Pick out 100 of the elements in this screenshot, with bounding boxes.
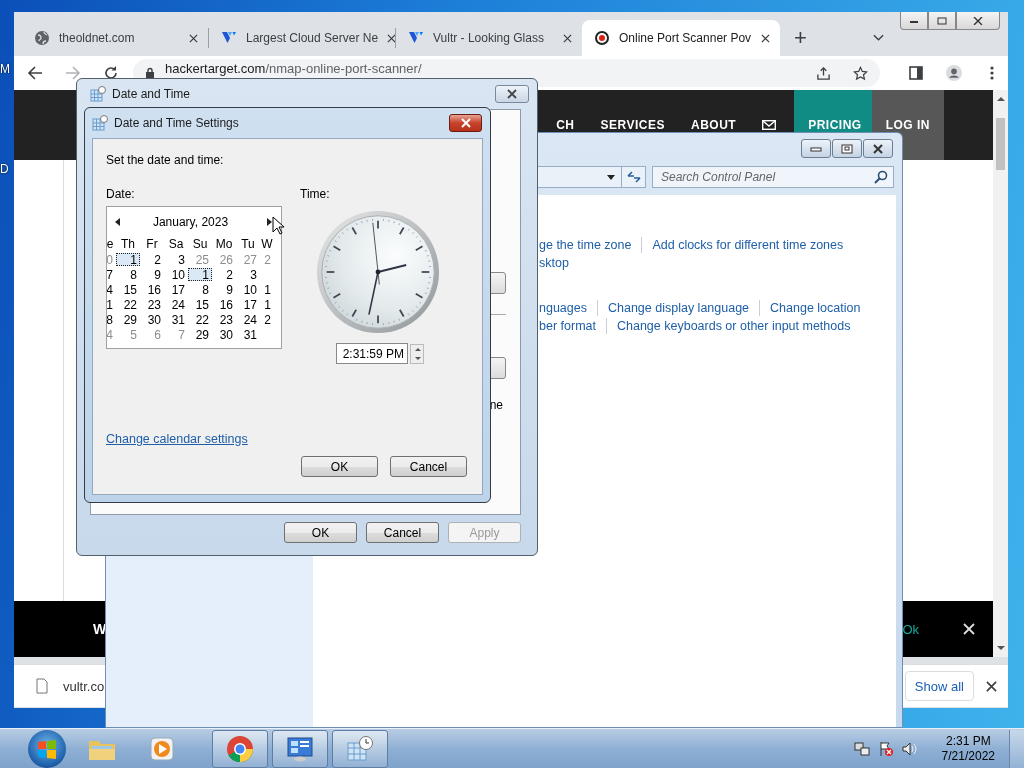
calendar-day[interactable]: 22 (188, 313, 212, 326)
close-icon[interactable] (189, 33, 198, 43)
close-icon[interactable] (387, 33, 397, 43)
task-link[interactable]: Add clocks for different time zones (652, 237, 844, 252)
show-all-button[interactable]: Show all (904, 671, 974, 701)
taskbar-app-button[interactable] (332, 729, 388, 768)
close-button[interactable] (495, 85, 529, 103)
taskbar-app-button[interactable] (212, 729, 268, 768)
close-icon[interactable] (986, 680, 997, 692)
browser-tab[interactable]: Online Port Scanner Pov (582, 20, 780, 56)
profile-avatar-icon[interactable] (946, 65, 962, 81)
time-field[interactable]: 2:31:59 PM (336, 343, 408, 364)
new-tab-button[interactable]: + (790, 20, 811, 56)
close-icon[interactable] (563, 33, 572, 43)
calendar-day[interactable]: 0 (107, 253, 116, 266)
task-link[interactable]: nguages (539, 300, 587, 315)
login-link[interactable]: LOG IN (885, 118, 930, 132)
spinner-button[interactable] (410, 343, 424, 364)
minimize-button[interactable] (900, 12, 928, 30)
reload-icon[interactable] (103, 65, 119, 81)
calendar-day[interactable]: 30 (212, 328, 236, 341)
dialog-button[interactable]: OK (301, 456, 378, 477)
calendar-day[interactable]: 17 (236, 298, 260, 311)
dialog-button[interactable]: Cancel (390, 456, 467, 477)
nav-link[interactable]: ABOUT (690, 118, 737, 132)
refresh-button[interactable] (622, 166, 646, 188)
calendar-day[interactable]: 9 (212, 283, 236, 296)
next-month-arrow-icon[interactable] (267, 218, 272, 226)
calendar-day[interactable]: 1 (260, 298, 274, 311)
task-link[interactable]: Change keyboards or other input methods (616, 318, 851, 333)
mail-icon[interactable] (762, 120, 777, 130)
scrollbar[interactable] (993, 90, 1008, 657)
calendar-day[interactable]: 1 (260, 283, 274, 296)
calendar-day[interactable]: 16 (212, 298, 236, 311)
maximize-button[interactable] (832, 139, 862, 158)
calendar-day[interactable]: 2 (140, 253, 164, 266)
calendar-day[interactable]: 29 (116, 313, 140, 326)
chevron-down-icon[interactable] (872, 34, 884, 42)
close-icon[interactable] (761, 33, 770, 43)
ok-link[interactable]: Ok (902, 621, 919, 637)
search-field[interactable]: Search Control Panel (652, 166, 894, 188)
close-button[interactable] (863, 139, 893, 158)
side-panel-icon[interactable] (908, 65, 924, 81)
network-icon[interactable] (853, 740, 870, 757)
calendar-day[interactable]: 3 (236, 268, 260, 281)
calendar-day[interactable]: 22 (116, 298, 140, 311)
change-calendar-settings-link[interactable]: Change calendar settings (106, 432, 248, 446)
show-desktop-button[interactable] (1009, 729, 1024, 768)
calendar-day[interactable]: 23 (140, 298, 164, 311)
calendar-day[interactable]: 8 (107, 313, 116, 326)
month-title[interactable]: January, 2023 (152, 215, 229, 229)
clock[interactable]: 2:31 PM 7/21/2022 (941, 733, 995, 764)
share-icon[interactable] (816, 65, 831, 81)
nav-link[interactable]: SERVICES (600, 118, 665, 132)
back-arrow-icon[interactable] (27, 65, 43, 81)
calendar-day[interactable]: 15 (116, 283, 140, 296)
start-button[interactable] (28, 729, 66, 768)
download-filename[interactable]: vultr.co (63, 678, 105, 694)
flag-error-icon[interactable] (877, 740, 894, 757)
calendar-day[interactable]: 10 (164, 268, 188, 281)
calendar-day[interactable]: 17 (164, 283, 188, 296)
calendar-day[interactable]: 24 (236, 313, 260, 326)
calendar-day[interactable]: 1 (107, 298, 116, 311)
task-link[interactable]: sktop (539, 255, 569, 270)
previous-month-arrow-icon[interactable] (115, 218, 120, 226)
scrollbar-thumb[interactable] (996, 118, 1005, 170)
pricing-link[interactable]: PRICING (808, 118, 862, 132)
calendar-day[interactable]: 8 (188, 283, 212, 296)
calendar-day[interactable]: 2 (212, 268, 236, 281)
task-link[interactable]: Change location (770, 300, 861, 315)
task-link[interactable]: ge the time zone (539, 237, 632, 252)
calendar-day[interactable]: 15 (188, 298, 212, 311)
browser-tab[interactable]: Largest Cloud Server Ne (209, 20, 395, 56)
taskbar-app-button[interactable] (272, 729, 328, 768)
calendar-day[interactable]: 1 (188, 268, 212, 281)
browser-tab[interactable]: Vultr - Looking Glass (396, 20, 582, 56)
calendar-day[interactable]: 1 (116, 253, 140, 266)
calendar-day[interactable]: 31 (164, 313, 188, 326)
nav-link[interactable]: CH (556, 118, 575, 132)
calendar-day[interactable]: 24 (164, 298, 188, 311)
scroll-up-arrow-icon[interactable] (996, 96, 1005, 102)
calendar-day[interactable]: 7 (107, 268, 116, 281)
calendar-day[interactable]: 23 (212, 313, 236, 326)
calendar-day[interactable]: 9 (140, 268, 164, 281)
task-link[interactable]: ber format (539, 318, 596, 333)
calendar-day[interactable]: 4 (107, 283, 116, 296)
close-button[interactable] (449, 114, 482, 132)
calendar-day[interactable]: 8 (116, 268, 140, 281)
calendar-day[interactable]: 3 (164, 253, 188, 266)
calendar-day[interactable]: 16 (140, 283, 164, 296)
calendar-day[interactable]: 30 (140, 313, 164, 326)
dialog-button[interactable]: Cancel (366, 522, 439, 543)
dialog-button[interactable]: OK (284, 522, 357, 543)
scroll-down-arrow-icon[interactable] (996, 645, 1005, 651)
speaker-icon[interactable] (901, 740, 918, 757)
calendar-day[interactable]: 29 (188, 328, 212, 341)
browser-tab[interactable]: theoldnet.com (22, 20, 208, 56)
task-link[interactable]: Change display language (607, 300, 750, 315)
calendar-day[interactable]: 10 (236, 283, 260, 296)
star-icon[interactable] (853, 65, 868, 81)
